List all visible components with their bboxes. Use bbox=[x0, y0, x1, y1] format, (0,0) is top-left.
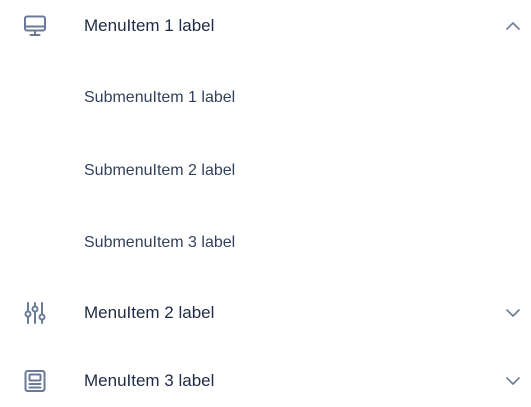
chevron-down-icon[interactable] bbox=[503, 371, 523, 391]
side-menu: MenuItem 1 label SubmenuItem 1 label Sub… bbox=[0, 0, 531, 392]
submenu-item-2-label: SubmenuItem 2 label bbox=[84, 162, 236, 179]
newspaper-icon bbox=[22, 368, 48, 394]
menu-item-3[interactable]: MenuItem 3 label bbox=[0, 355, 531, 407]
menu-item-2-label: MenuItem 2 label bbox=[84, 303, 215, 322]
menu-item-2[interactable]: MenuItem 2 label bbox=[0, 287, 531, 339]
chevron-down-icon[interactable] bbox=[503, 303, 523, 323]
submenu-item-3-label: SubmenuItem 3 label bbox=[84, 234, 236, 251]
monitor-icon bbox=[22, 13, 48, 39]
chevron-up-icon[interactable] bbox=[503, 16, 523, 36]
submenu-item-1[interactable]: SubmenuItem 1 label bbox=[0, 72, 531, 124]
menu-item-3-label: MenuItem 3 label bbox=[84, 371, 215, 390]
menu-item-1-label: MenuItem 1 label bbox=[84, 16, 215, 35]
menu-item-1[interactable]: MenuItem 1 label bbox=[0, 0, 531, 52]
submenu-item-1-label: SubmenuItem 1 label bbox=[84, 89, 236, 106]
submenu-item-3[interactable]: SubmenuItem 3 label bbox=[0, 217, 531, 269]
submenu-item-2[interactable]: SubmenuItem 2 label bbox=[0, 145, 531, 197]
sliders-icon bbox=[22, 300, 48, 326]
